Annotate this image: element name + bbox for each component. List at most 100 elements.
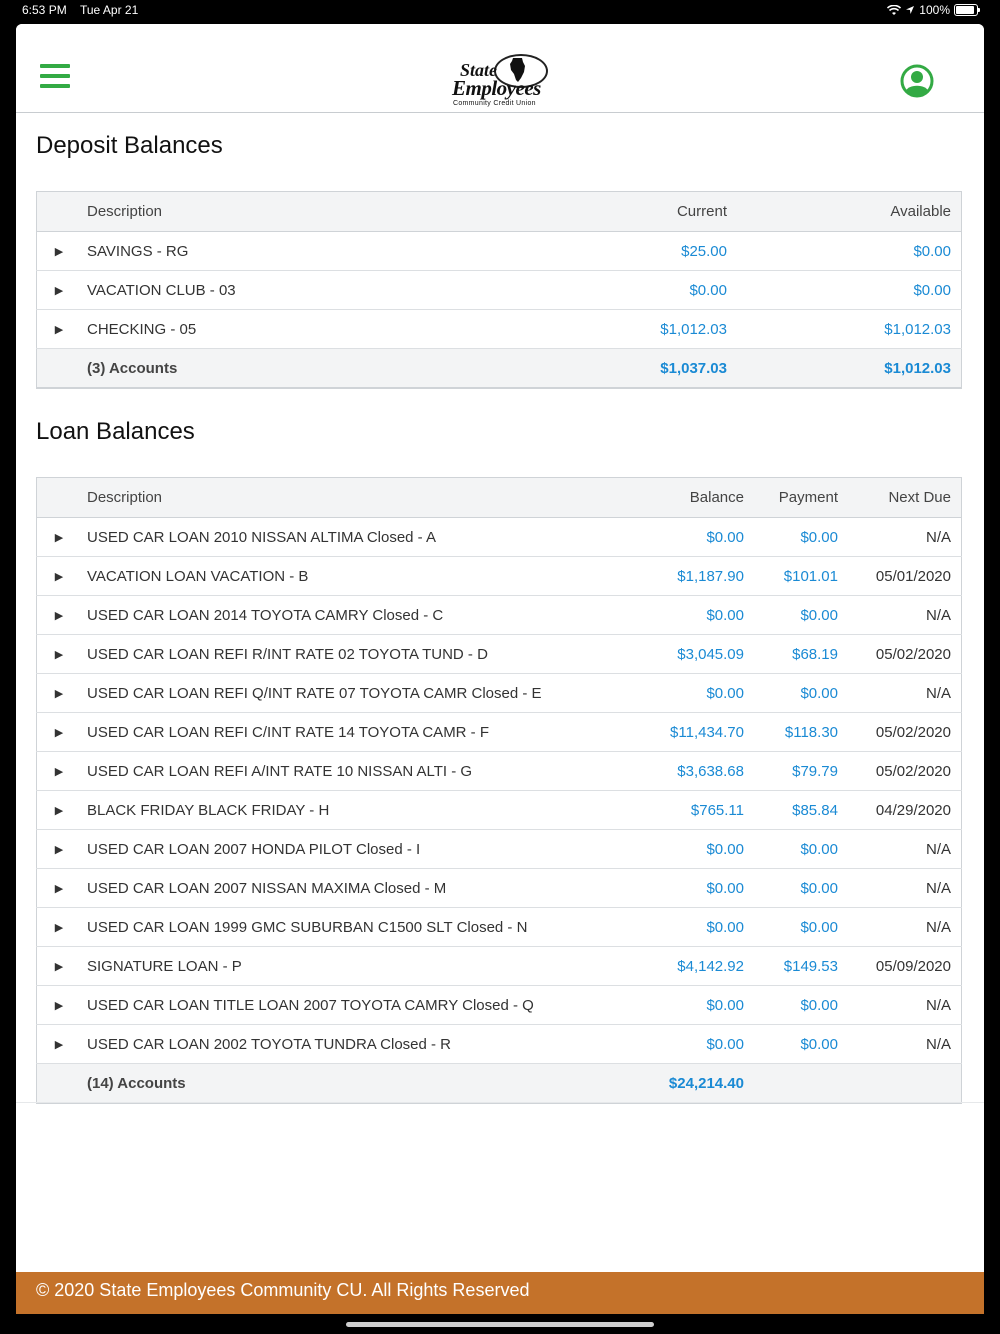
loan-balance[interactable]: $0.00 xyxy=(633,868,754,908)
loan-balance[interactable]: $11,434.70 xyxy=(633,712,754,752)
loan-total-balance: $24,214.40 xyxy=(633,1063,754,1104)
loan-account-row[interactable]: ▶ BLACK FRIDAY BLACK FRIDAY - H $765.11 $85… xyxy=(36,790,962,830)
loan-description[interactable]: USED CAR LOAN 2007 NISSAN MAXIMA Closed … xyxy=(81,868,633,908)
loan-total-label: (14) Accounts xyxy=(81,1063,633,1104)
expand-arrow-icon[interactable]: ▶ xyxy=(36,907,81,947)
loan-account-row[interactable]: ▶ USED CAR LOAN 2007 NISSAN MAXIMA Closed… xyxy=(36,868,962,908)
column-header-description: Description xyxy=(81,477,633,518)
loan-account-row[interactable]: ▶ USED CAR LOAN REFI Q/INT RATE 07 TOYOTA… xyxy=(36,673,962,713)
loan-balance[interactable]: $0.00 xyxy=(633,907,754,947)
account-current-balance[interactable]: $0.00 xyxy=(576,270,737,310)
loan-payment[interactable]: $0.00 xyxy=(754,595,848,635)
column-header-available: Available xyxy=(737,191,962,232)
expand-arrow-icon[interactable]: ▶ xyxy=(36,712,81,752)
user-profile-icon[interactable] xyxy=(900,64,934,98)
expand-arrow-icon[interactable]: ▶ xyxy=(36,673,81,713)
loan-description[interactable]: USED CAR LOAN REFI C/INT RATE 14 TOYOTA … xyxy=(81,712,633,752)
expand-arrow-icon[interactable]: ▶ xyxy=(36,946,81,986)
loan-description[interactable]: USED CAR LOAN REFI A/INT RATE 10 NISSAN … xyxy=(81,751,633,791)
expand-arrow-icon[interactable]: ▶ xyxy=(36,790,81,830)
loan-payment[interactable]: $0.00 xyxy=(754,517,848,557)
loan-description[interactable]: USED CAR LOAN REFI Q/INT RATE 07 TOYOTA … xyxy=(81,673,633,713)
status-right: 100% xyxy=(887,3,980,17)
loan-balance[interactable]: $765.11 xyxy=(633,790,754,830)
expand-arrow-icon[interactable]: ▶ xyxy=(36,309,81,349)
credit-union-logo[interactable]: State Employees Community Credit Union xyxy=(450,52,550,108)
account-available-balance[interactable]: $0.00 xyxy=(737,231,962,271)
expand-arrow-icon[interactable]: ▶ xyxy=(36,231,81,271)
loan-payment[interactable]: $68.19 xyxy=(754,634,848,674)
loan-description[interactable]: USED CAR LOAN 1999 GMC SUBURBAN C1500 SL… xyxy=(81,907,633,947)
loan-account-row[interactable]: ▶ USED CAR LOAN REFI C/INT RATE 14 TOYOTA… xyxy=(36,712,962,752)
loan-description[interactable]: USED CAR LOAN 2007 HONDA PILOT Closed - … xyxy=(81,829,633,869)
loan-payment[interactable]: $0.00 xyxy=(754,907,848,947)
loan-description[interactable]: USED CAR LOAN TITLE LOAN 2007 TOYOTA CAM… xyxy=(81,985,633,1025)
loan-balance[interactable]: $0.00 xyxy=(633,985,754,1025)
home-indicator[interactable] xyxy=(346,1322,654,1327)
loan-balances-title: Loan Balances xyxy=(36,418,195,445)
account-description[interactable]: CHECKING - 05 xyxy=(81,309,576,349)
battery-icon xyxy=(954,4,980,16)
loan-payment[interactable]: $0.00 xyxy=(754,829,848,869)
expand-arrow-icon[interactable]: ▶ xyxy=(36,868,81,908)
account-available-balance[interactable]: $0.00 xyxy=(737,270,962,310)
loan-account-row[interactable]: ▶ SIGNATURE LOAN - P $4,142.92 $149.53 05/09… xyxy=(36,946,962,986)
total-spacer xyxy=(36,348,81,389)
expand-arrow-icon[interactable]: ▶ xyxy=(36,270,81,310)
loan-payment[interactable]: $0.00 xyxy=(754,868,848,908)
account-current-balance[interactable]: $1,012.03 xyxy=(576,309,737,349)
loan-description[interactable]: USED CAR LOAN REFI R/INT RATE 02 TOYOTA … xyxy=(81,634,633,674)
loan-balance[interactable]: $0.00 xyxy=(633,517,754,557)
loan-description[interactable]: VACATION LOAN VACATION - B xyxy=(81,556,633,596)
expand-arrow-icon[interactable]: ▶ xyxy=(36,829,81,869)
loan-payment[interactable]: $149.53 xyxy=(754,946,848,986)
loan-balance[interactable]: $3,638.68 xyxy=(633,751,754,791)
loan-balance[interactable]: $0.00 xyxy=(633,1024,754,1064)
expand-arrow-icon[interactable]: ▶ xyxy=(36,1024,81,1064)
menu-icon[interactable] xyxy=(40,64,70,88)
content-divider xyxy=(16,1102,984,1103)
deposit-account-row[interactable]: ▶ SAVINGS - RG $25.00 $0.00 xyxy=(36,231,962,271)
loan-payment[interactable]: $118.30 xyxy=(754,712,848,752)
loan-account-row[interactable]: ▶ USED CAR LOAN 1999 GMC SUBURBAN C1500 S… xyxy=(36,907,962,947)
loan-payment[interactable]: $85.84 xyxy=(754,790,848,830)
loan-balance[interactable]: $3,045.09 xyxy=(633,634,754,674)
loan-account-row[interactable]: ▶ USED CAR LOAN 2010 NISSAN ALTIMA Closed… xyxy=(36,517,962,557)
account-description[interactable]: VACATION CLUB - 03 xyxy=(81,270,576,310)
loan-payment[interactable]: $101.01 xyxy=(754,556,848,596)
loan-balance[interactable]: $4,142.92 xyxy=(633,946,754,986)
loan-description[interactable]: SIGNATURE LOAN - P xyxy=(81,946,633,986)
loan-payment[interactable]: $0.00 xyxy=(754,673,848,713)
expand-arrow-icon[interactable]: ▶ xyxy=(36,751,81,791)
loan-balance[interactable]: $0.00 xyxy=(633,595,754,635)
loan-account-row[interactable]: ▶ USED CAR LOAN REFI A/INT RATE 10 NISSAN… xyxy=(36,751,962,791)
account-description[interactable]: SAVINGS - RG xyxy=(81,231,576,271)
account-available-balance[interactable]: $1,012.03 xyxy=(737,309,962,349)
loan-balance[interactable]: $1,187.90 xyxy=(633,556,754,596)
loan-description[interactable]: USED CAR LOAN 2010 NISSAN ALTIMA Closed … xyxy=(81,517,633,557)
loan-payment[interactable]: $79.79 xyxy=(754,751,848,791)
loan-balance[interactable]: $0.00 xyxy=(633,673,754,713)
expand-arrow-icon[interactable]: ▶ xyxy=(36,985,81,1025)
loan-description[interactable]: USED CAR LOAN 2014 TOYOTA CAMRY Closed -… xyxy=(81,595,633,635)
loan-payment[interactable]: $0.00 xyxy=(754,985,848,1025)
account-current-balance[interactable]: $25.00 xyxy=(576,231,737,271)
loan-account-row[interactable]: ▶ USED CAR LOAN REFI R/INT RATE 02 TOYOTA… xyxy=(36,634,962,674)
loan-account-row[interactable]: ▶ USED CAR LOAN 2002 TOYOTA TUNDRA Closed… xyxy=(36,1024,962,1064)
loan-payment[interactable]: $0.00 xyxy=(754,1024,848,1064)
deposit-balances-title: Deposit Balances xyxy=(36,132,223,159)
loan-description[interactable]: USED CAR LOAN 2002 TOYOTA TUNDRA Closed … xyxy=(81,1024,633,1064)
expand-arrow-icon[interactable]: ▶ xyxy=(36,517,81,557)
expand-arrow-icon[interactable]: ▶ xyxy=(36,634,81,674)
deposit-account-row[interactable]: ▶ CHECKING - 05 $1,012.03 $1,012.03 xyxy=(36,309,962,349)
loan-account-row[interactable]: ▶ USED CAR LOAN TITLE LOAN 2007 TOYOTA CA… xyxy=(36,985,962,1025)
loan-account-row[interactable]: ▶ USED CAR LOAN 2007 HONDA PILOT Closed -… xyxy=(36,829,962,869)
expand-arrow-icon[interactable]: ▶ xyxy=(36,556,81,596)
loan-account-row[interactable]: ▶ USED CAR LOAN 2014 TOYOTA CAMRY Closed … xyxy=(36,595,962,635)
expand-arrow-icon[interactable]: ▶ xyxy=(36,595,81,635)
menu-bar xyxy=(40,84,70,88)
loan-description[interactable]: BLACK FRIDAY BLACK FRIDAY - H xyxy=(81,790,633,830)
loan-balance[interactable]: $0.00 xyxy=(633,829,754,869)
loan-account-row[interactable]: ▶ VACATION LOAN VACATION - B $1,187.90 $101… xyxy=(36,556,962,596)
deposit-account-row[interactable]: ▶ VACATION CLUB - 03 $0.00 $0.00 xyxy=(36,270,962,310)
